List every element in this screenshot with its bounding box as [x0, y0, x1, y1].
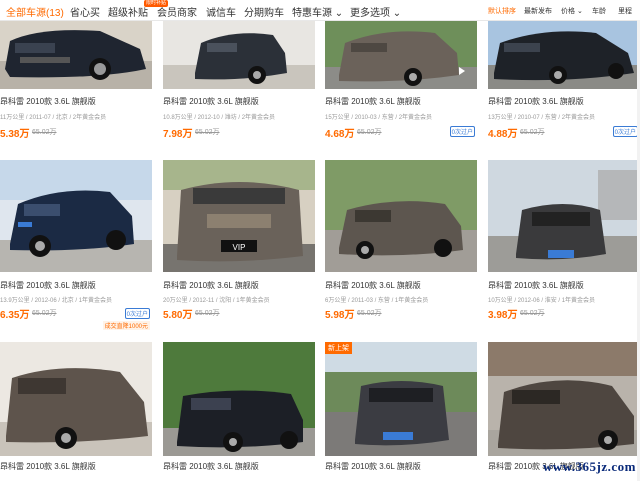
car-photo[interactable]: [0, 21, 152, 89]
car-meta: 13.9万公里 / 2012-06 / 北京 / 1年黄金会员: [0, 298, 113, 304]
car-meta: 11万公里 / 2011-07 / 北京 / 2年黄金会员: [0, 115, 107, 121]
car-original-price: 65.02万: [520, 129, 545, 136]
car-photo[interactable]: VIP: [163, 160, 315, 272]
tab-special-offer[interactable]: 特惠车源 ⌄: [292, 4, 343, 19]
car-photo[interactable]: [163, 342, 315, 456]
car-title[interactable]: 昂科雷 2010款 3.6L 旗舰版: [488, 96, 584, 107]
tab-subsidy[interactable]: 超级补贴: [108, 4, 148, 19]
car-title[interactable]: 昂科雷 2010款 3.6L 旗舰版: [163, 96, 259, 107]
car-photo[interactable]: 新上架: [325, 342, 477, 456]
car-original-price: 65.02万: [32, 310, 57, 317]
car-meta: 6万公里 / 2011-03 / 东营 / 1年黄金会员: [325, 298, 429, 304]
license-plate: VIP: [233, 243, 246, 252]
car-title[interactable]: 昂科雷 2010款 3.6L 旗舰版: [325, 96, 421, 107]
filter-bar: 全部车源(13) 省心买 超级补贴 限时补贴 会员商家 诚信车 分期购车 特惠车…: [0, 0, 640, 21]
car-photo[interactable]: [488, 160, 640, 272]
car-price: 7.98万: [163, 129, 193, 140]
car-original-price: 65.02万: [357, 310, 382, 317]
car-price: 5.80万: [163, 310, 193, 321]
car-title[interactable]: 昂科雷 2010款 3.6L 旗舰版: [488, 280, 584, 291]
car-photo[interactable]: [325, 21, 477, 89]
sort-age[interactable]: 车龄: [592, 6, 606, 16]
car-price: 4.88万: [488, 129, 518, 140]
tab-worry-free[interactable]: 省心买: [70, 4, 100, 19]
transfer-tag: 0次过户: [124, 308, 150, 319]
tab-more-options[interactable]: 更多选项 ⌄: [350, 4, 401, 19]
new-listing-badge: 新上架: [325, 342, 352, 354]
tab-member-dealer[interactable]: 会员商家: [157, 4, 197, 19]
car-meta: 10.8万公里 / 2012-10 / 潍坊 / 2年黄金会员: [163, 115, 276, 121]
car-price: 5.38万: [0, 129, 30, 140]
car-original-price: 65.02万: [195, 310, 220, 317]
car-price: 5.98万: [325, 310, 355, 321]
tab-trusted[interactable]: 诚信车: [206, 4, 236, 19]
car-price: 3.98万: [488, 310, 518, 321]
car-title[interactable]: 昂科雷 2010款 3.6L 旗舰版: [325, 280, 421, 291]
car-original-price: 65.02万: [357, 129, 382, 136]
car-photo[interactable]: [325, 160, 477, 272]
car-meta: 13万公里 / 2010-07 / 东营 / 2年黄金会员: [488, 115, 596, 121]
tab-installment[interactable]: 分期购车: [244, 4, 284, 19]
car-original-price: 65.02万: [32, 129, 57, 136]
car-title[interactable]: 昂科雷 2010款 3.6L 旗舰版: [0, 461, 96, 472]
car-title[interactable]: 昂科雷 2010款 3.6L 旗舰版: [163, 461, 259, 472]
car-photo[interactable]: [0, 160, 152, 272]
car-title[interactable]: 昂科雷 2010款 3.6L 旗舰版: [0, 96, 96, 107]
site-watermark: www.365jz.com: [542, 459, 636, 474]
car-meta: 20万公里 / 2012-11 / 沈阳 / 1年黄金会员: [163, 298, 270, 304]
play-icon[interactable]: [459, 67, 465, 75]
discount-tag: 成交直降1000元: [102, 321, 150, 330]
transfer-tag: 0次过户: [612, 126, 638, 137]
car-price: 4.68万: [325, 129, 355, 140]
sort-price[interactable]: 价格 ⌄: [561, 6, 583, 16]
car-photo[interactable]: [0, 342, 152, 456]
car-photo[interactable]: [488, 342, 640, 456]
car-title[interactable]: 昂科雷 2010款 3.6L 旗舰版: [0, 280, 96, 291]
car-price: 6.35万: [0, 310, 30, 321]
car-original-price: 65.02万: [195, 129, 220, 136]
car-original-price: 65.02万: [520, 310, 545, 317]
car-meta: 15万公里 / 2010-03 / 东营 / 2年黄金会员: [325, 115, 433, 121]
car-title[interactable]: 昂科雷 2010款 3.6L 旗舰版: [325, 461, 421, 472]
transfer-tag: 0次过户: [449, 126, 475, 137]
car-meta: 10万公里 / 2012-06 / 淮安 / 1年黄金会员: [488, 298, 596, 304]
sort-default[interactable]: 默认排序: [488, 6, 516, 16]
car-photo[interactable]: [163, 21, 315, 89]
car-title[interactable]: 昂科雷 2010款 3.6L 旗舰版: [163, 280, 259, 291]
tab-all[interactable]: 全部车源(13): [6, 4, 64, 19]
sort-newest[interactable]: 最新发布: [524, 6, 552, 16]
sort-mileage[interactable]: 里程: [618, 6, 632, 16]
car-photo[interactable]: [488, 21, 640, 89]
